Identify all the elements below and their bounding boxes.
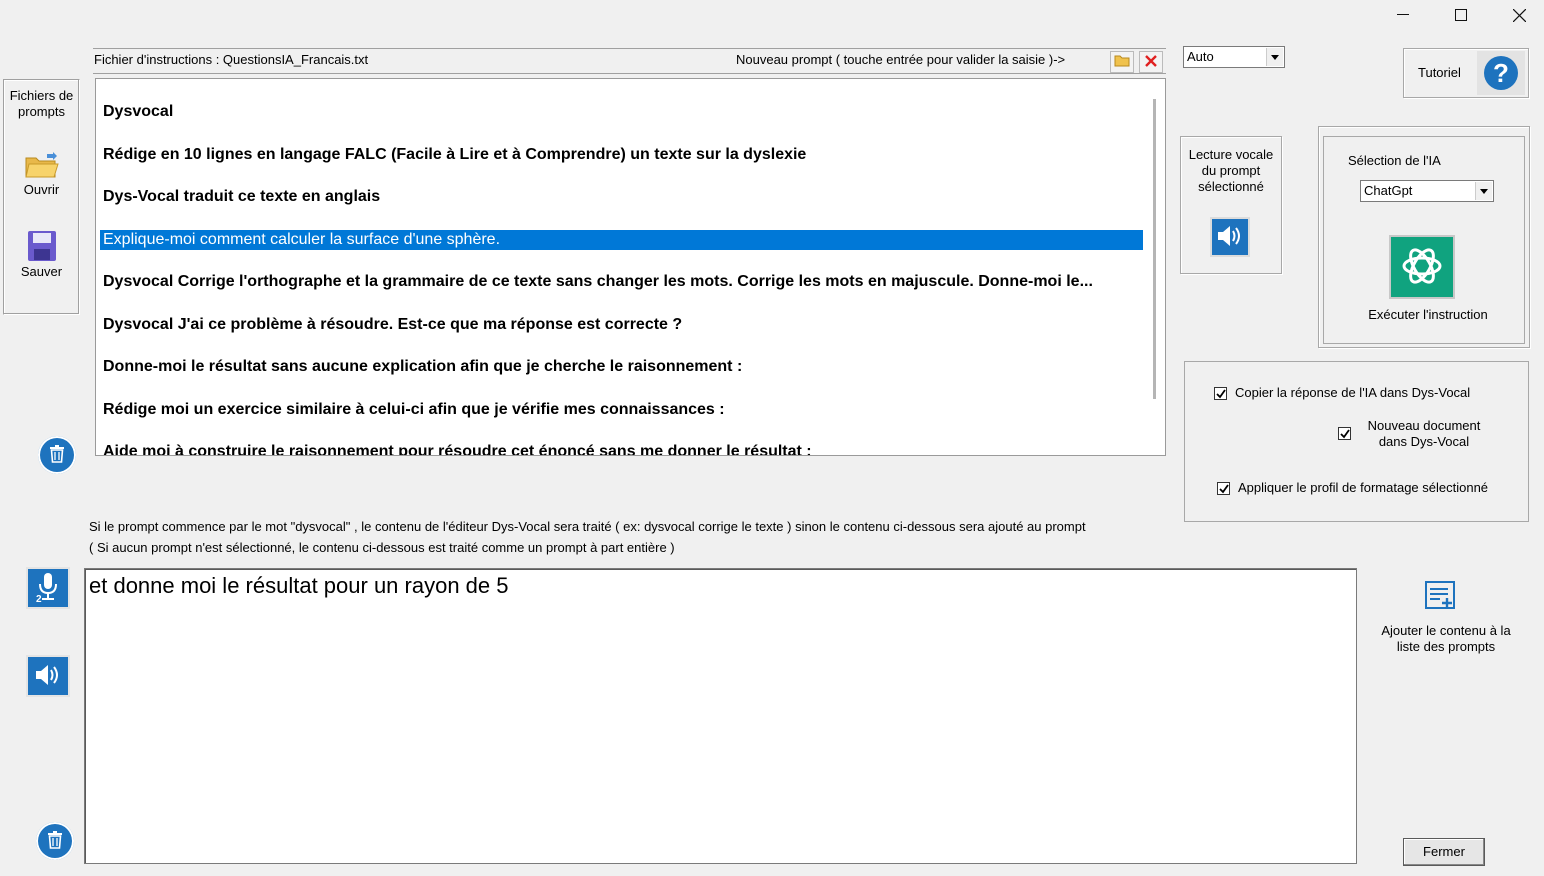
add-to-list-label: Ajouter le contenu à la liste des prompt…	[1381, 623, 1511, 654]
trash-icon	[47, 830, 63, 852]
close-window-button[interactable]	[1490, 0, 1544, 30]
copy-response-checkbox[interactable]	[1214, 387, 1227, 400]
maximize-icon	[1455, 9, 1467, 21]
copy-response-label: Copier la réponse de l'IA dans Dys-Vocal	[1235, 385, 1471, 400]
close-button[interactable]: Fermer	[1403, 838, 1485, 866]
dysvocal-note: Si le prompt commence par le mot "dysvoc…	[89, 519, 1086, 534]
prompt-files-panel: Fichiers de prompts Ouvrir Sauver	[3, 79, 80, 315]
open-button[interactable]: Ouvrir	[4, 150, 79, 197]
new-document-checkbox[interactable]	[1338, 427, 1351, 440]
chevron-down-icon	[1475, 182, 1492, 200]
prompt-item[interactable]: Dys-Vocal traduit ce texte en anglais	[100, 187, 1143, 207]
red-x-icon	[1145, 54, 1157, 70]
prompt-files-title: Fichiers de prompts	[9, 88, 74, 119]
prompt-list[interactable]: Dysvocal Rédige en 10 lignes en langage …	[95, 78, 1166, 456]
speaker-icon	[1216, 224, 1244, 251]
speaker-icon	[34, 663, 62, 690]
chevron-down-icon	[1266, 48, 1283, 66]
microphone-icon: 2	[33, 571, 63, 606]
ai-selection-panel: Sélection de l'IA ChatGpt Exécuter l'ins…	[1318, 126, 1530, 348]
save-button[interactable]: Sauver	[4, 230, 79, 279]
new-document-label: Nouveau document dans Dys-Vocal	[1367, 418, 1481, 449]
minimize-icon	[1397, 14, 1409, 16]
prompt-item[interactable]: Dysvocal Corrige l'orthographe et la gra…	[100, 272, 1143, 292]
ai-selection-label: Sélection de l'IA	[1348, 153, 1441, 168]
tutorial-label: Tutoriel	[1418, 65, 1461, 80]
svg-text:2: 2	[36, 594, 42, 603]
open-label: Ouvrir	[23, 182, 60, 197]
language-combo[interactable]: Auto	[1183, 46, 1285, 68]
prompt-item[interactable]: Rédige moi un exercice similaire à celui…	[100, 400, 1143, 420]
options-panel: Copier la réponse de l'IA dans Dys-Vocal…	[1184, 361, 1529, 522]
new-prompt-folder-button[interactable]	[1110, 51, 1134, 73]
prompt-item[interactable]: Dysvocal	[100, 102, 1143, 122]
prompt-item[interactable]: Dysvocal J'ai ce problème à résoudre. Es…	[100, 315, 1143, 335]
execute-instruction-label: Exécuter l'instruction	[1368, 307, 1488, 322]
prompt-editor-text: et donne moi le résultat pour un rayon d…	[89, 573, 509, 598]
svg-text:?: ?	[1493, 58, 1509, 88]
help-icon: ?	[1477, 51, 1525, 95]
folder-icon	[1114, 54, 1130, 70]
no-prompt-note: ( Si aucun prompt n'est sélectionné, le …	[89, 540, 675, 555]
trash-icon	[49, 444, 65, 466]
prompt-item[interactable]: Rédige en 10 lignes en langage FALC (Fac…	[100, 145, 1143, 165]
tutorial-button[interactable]: Tutoriel ?	[1403, 48, 1529, 98]
dictation-button[interactable]: 2	[26, 567, 70, 609]
language-combo-value: Auto	[1187, 49, 1214, 64]
prompt-item[interactable]: Donne-moi le résultat sans aucune explic…	[100, 357, 1143, 377]
chatgpt-logo-icon	[1399, 243, 1445, 292]
clear-editor-button[interactable]	[36, 822, 74, 860]
folder-open-icon	[4, 150, 79, 182]
ai-combo[interactable]: ChatGpt	[1360, 180, 1494, 202]
prompt-item[interactable]: Aide moi à construire le raisonnement po…	[100, 442, 1143, 455]
add-to-list-button[interactable]	[1424, 580, 1458, 614]
new-prompt-label: Nouveau prompt ( touche entrée pour vali…	[736, 52, 1066, 67]
ai-combo-value: ChatGpt	[1364, 183, 1413, 198]
list-scrollbar[interactable]	[1153, 99, 1156, 399]
execute-instruction-button[interactable]	[1389, 235, 1455, 299]
apply-profile-label: Appliquer le profil de formatage sélecti…	[1238, 480, 1489, 495]
apply-profile-checkbox[interactable]	[1217, 482, 1230, 495]
instructions-file-label: Fichier d'instructions : QuestionsIA_Fra…	[94, 52, 369, 67]
read-aloud-button[interactable]	[1210, 217, 1250, 257]
read-aloud-panel: Lecture vocale du prompt sélectionné	[1180, 136, 1282, 274]
delete-file-button[interactable]	[1139, 51, 1163, 73]
save-label: Sauver	[20, 264, 63, 279]
prompt-editor[interactable]: et donne moi le résultat pour un rayon d…	[84, 568, 1357, 864]
delete-prompt-button[interactable]	[38, 436, 76, 474]
instructions-header: Fichier d'instructions : QuestionsIA_Fra…	[93, 48, 1166, 74]
maximize-button[interactable]	[1432, 0, 1490, 30]
add-list-icon	[1425, 580, 1457, 614]
prompt-item-selected[interactable]: Explique-moi comment calculer la surface…	[100, 230, 1143, 250]
save-icon	[4, 230, 79, 264]
read-editor-button[interactable]	[26, 655, 70, 697]
minimize-button[interactable]	[1374, 0, 1432, 30]
read-aloud-label: Lecture vocale du prompt sélectionné	[1188, 147, 1274, 194]
close-icon	[1512, 8, 1526, 22]
